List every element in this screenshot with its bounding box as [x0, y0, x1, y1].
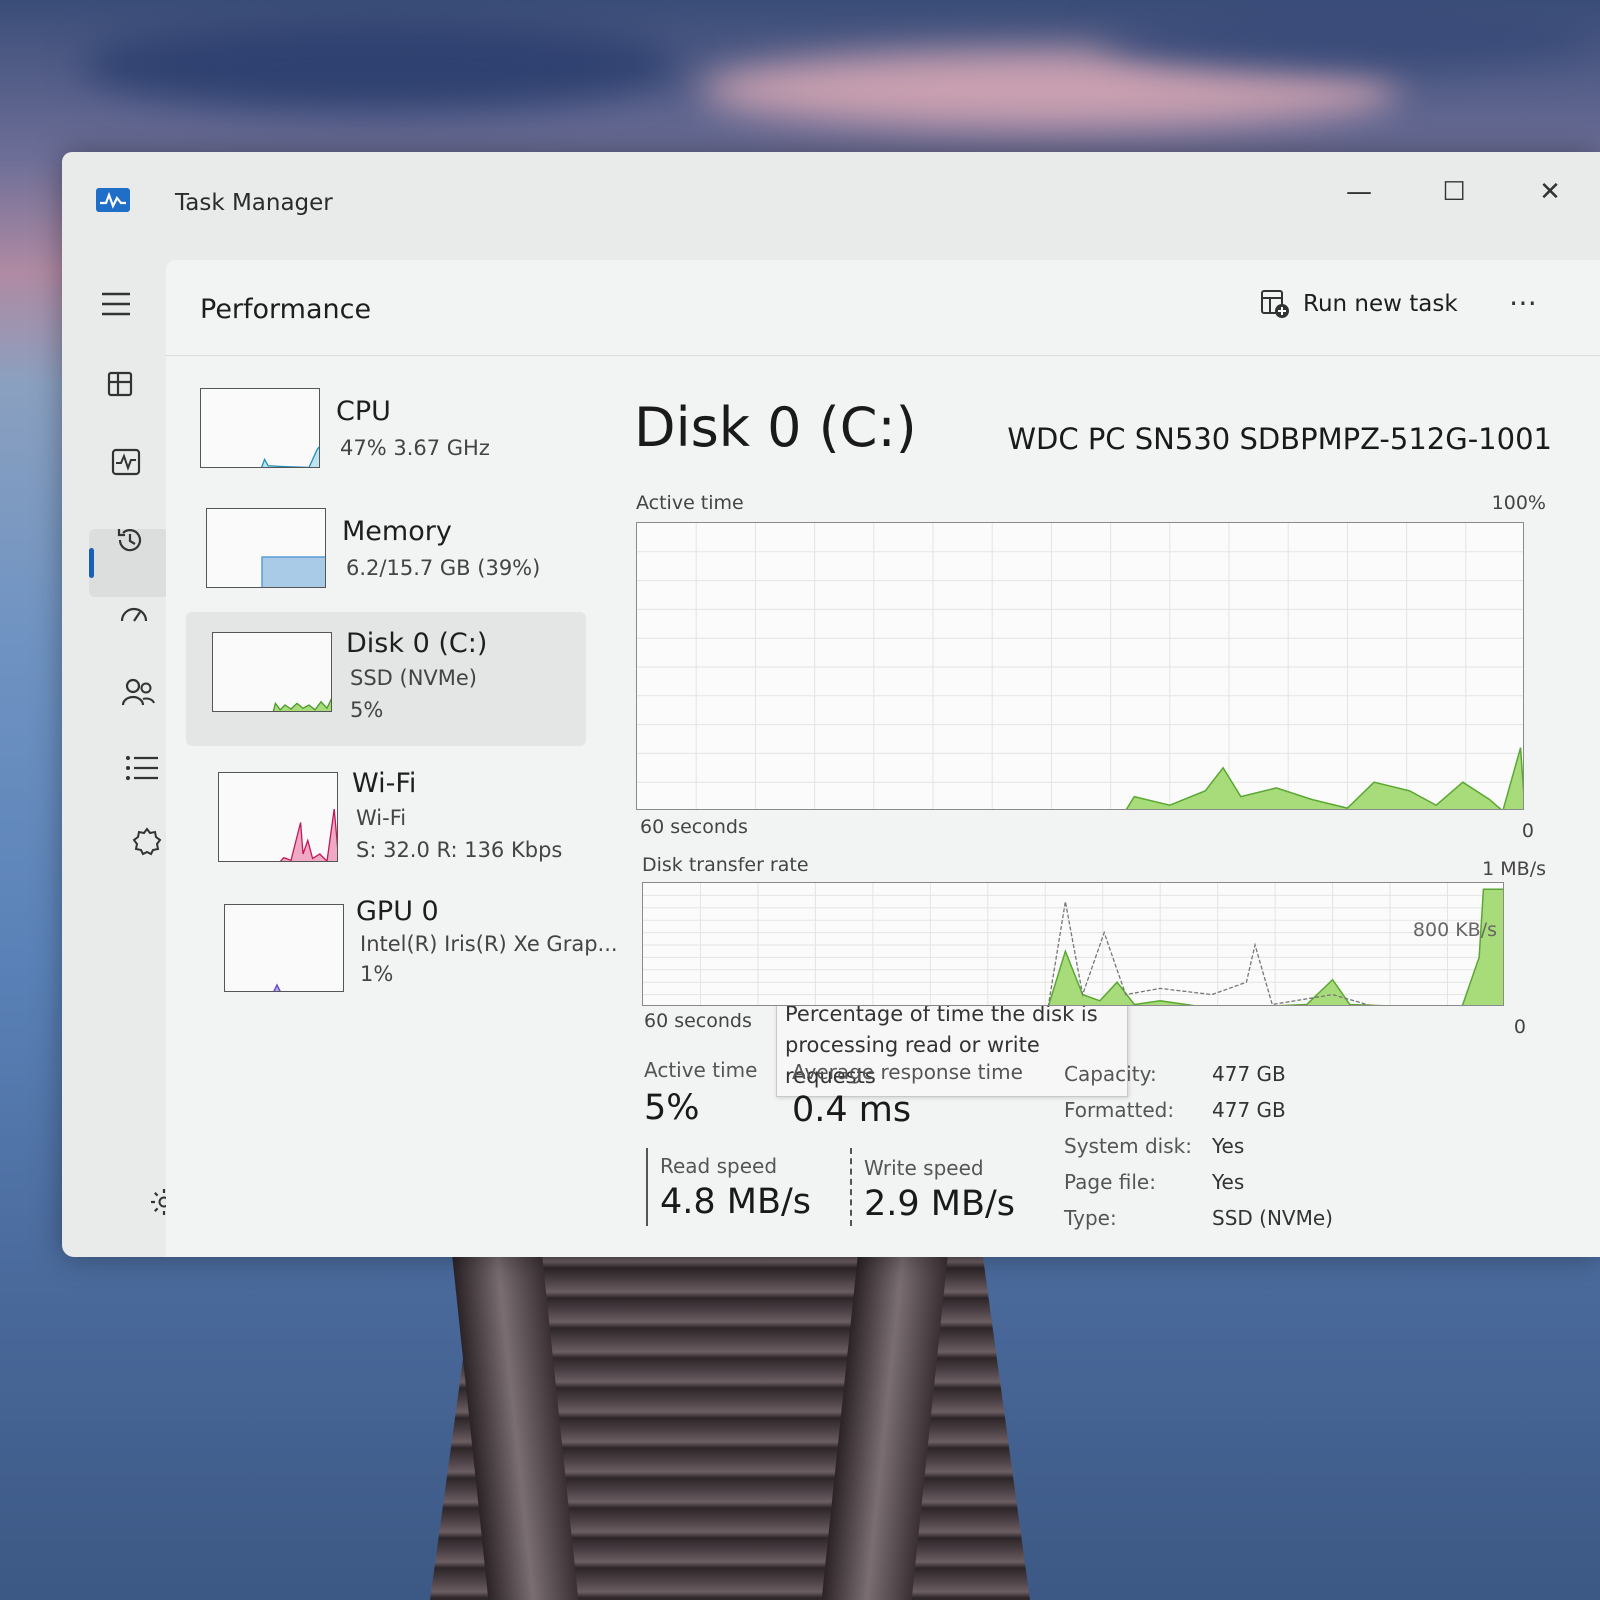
system-disk-value: Yes: [1212, 1134, 1245, 1158]
device-detail: 47% 3.67 GHz: [340, 436, 490, 460]
app-history-icon[interactable]: [110, 520, 150, 560]
active-time-graph: [637, 523, 1523, 809]
active-time-duration-label: 60 seconds: [640, 816, 748, 838]
device-throughput: S: 32.0 R: 136 Kbps: [356, 838, 563, 862]
transfer-rate-mid-label: 800 KB/s: [1412, 919, 1497, 941]
run-new-task-button[interactable]: Run new task: [1259, 288, 1458, 320]
gpu-sparkline: [273, 983, 281, 991]
disk-sparkline: [272, 698, 331, 711]
maximize-button[interactable]: ☐: [1424, 166, 1484, 218]
device-item-wifi[interactable]: Wi-Fi Wi-Fi S: 32.0 R: 136 Kbps: [186, 756, 586, 886]
sparkline-area: [272, 698, 331, 711]
disk-title: Disk 0 (C:): [634, 396, 917, 459]
startup-apps-icon[interactable]: [114, 596, 154, 636]
sparkline-area: [279, 808, 337, 861]
device-item-gpu-0[interactable]: GPU 0 Intel(R) Iris(R) Xe Grap... 1%: [186, 888, 618, 1006]
read-speed-indicator: [646, 1148, 648, 1226]
performance-icon[interactable]: [106, 442, 146, 482]
avg-response-stat-label: Average response time: [792, 1060, 1023, 1084]
sparkline-area: [261, 446, 319, 467]
avg-response-stat-value: 0.4 ms: [792, 1090, 912, 1130]
transfer-rate-chart[interactable]: 800 KB/s: [642, 882, 1504, 1006]
transfer-rate-min-label: 0: [1513, 1016, 1526, 1038]
active-time-max-label: 100%: [1491, 492, 1546, 514]
device-item-disk-0[interactable]: Disk 0 (C:) SSD (NVMe) 5%: [186, 612, 586, 746]
system-disk-label: System disk:: [1064, 1134, 1192, 1158]
close-button[interactable]: ✕: [1520, 166, 1580, 218]
menu-icon[interactable]: [96, 284, 136, 324]
active-time-stat-label: Active time: [644, 1058, 758, 1082]
cpu-thumbnail-graph: [200, 388, 320, 468]
page-title: Performance: [200, 294, 372, 325]
device-item-memory[interactable]: Memory 6.2/15.7 GB (39%): [186, 492, 586, 612]
device-usage: 5%: [350, 698, 384, 722]
device-detail: 6.2/15.7 GB (39%): [346, 556, 541, 580]
device-detail: SSD (NVMe): [350, 666, 478, 690]
minimize-button[interactable]: —: [1329, 166, 1389, 218]
services-icon[interactable]: [127, 822, 167, 862]
transfer-rate-duration-label: 60 seconds: [644, 1010, 752, 1032]
page-header: Performance Run new task ⋯: [166, 260, 1600, 356]
read-speed-label: Read speed: [660, 1154, 778, 1178]
nav-active-indicator: [89, 548, 94, 578]
cloud: [1100, 0, 1600, 70]
wifi-sparkline: [279, 808, 337, 861]
active-time-chart[interactable]: [636, 522, 1524, 810]
memory-thumbnail-graph: [206, 508, 326, 588]
details-icon[interactable]: [122, 748, 162, 788]
processes-icon[interactable]: [100, 364, 140, 404]
device-name: Wi-Fi: [352, 768, 417, 799]
capacity-label: Capacity:: [1064, 1062, 1157, 1086]
type-label: Type:: [1064, 1206, 1117, 1230]
device-name: GPU 0: [356, 896, 439, 927]
cpu-sparkline: [261, 446, 319, 467]
run-new-task-label: Run new task: [1303, 291, 1458, 317]
device-usage: 1%: [360, 962, 394, 986]
write-speed-label: Write speed: [864, 1156, 984, 1180]
device-name: CPU: [336, 396, 391, 427]
task-manager-logo-icon: [96, 188, 130, 212]
write-speed-value: 2.9 MB/s: [864, 1184, 1016, 1224]
page-file-label: Page file:: [1064, 1170, 1156, 1194]
read-speed-value: 4.8 MB/s: [660, 1182, 812, 1222]
disk-thumbnail-graph: [212, 632, 332, 712]
transfer-rate-chart-label: Disk transfer rate: [642, 854, 809, 876]
write-speed-indicator: [850, 1148, 852, 1226]
page-file-value: Yes: [1212, 1170, 1245, 1194]
task-manager-window: Task Manager — ☐ ✕ Performance Run new t…: [62, 152, 1600, 1257]
device-name: Memory: [342, 516, 452, 547]
device-name: Disk 0 (C:): [346, 628, 488, 659]
transfer-rate-graph: [643, 883, 1503, 1005]
memory-fill-graph: [261, 556, 325, 587]
title-bar[interactable]: Task Manager — ☐ ✕: [62, 152, 1600, 252]
device-item-cpu[interactable]: CPU 47% 3.67 GHz: [186, 370, 586, 490]
gpu-thumbnail-graph: [224, 904, 344, 992]
formatted-value: 477 GB: [1212, 1098, 1286, 1122]
formatted-label: Formatted:: [1064, 1098, 1175, 1122]
more-options-button[interactable]: ⋯: [1509, 286, 1539, 319]
type-value: SSD (NVMe): [1212, 1206, 1333, 1230]
wifi-thumbnail-graph: [218, 772, 338, 862]
run-new-task-icon: [1261, 290, 1289, 318]
active-time-area: [1125, 747, 1523, 809]
disk-model: WDC PC SN530 SDBPMPZ-512G-1001: [1007, 422, 1552, 456]
active-time-min-label: 0: [1521, 820, 1534, 842]
cloud: [80, 20, 680, 110]
active-time-chart-label: Active time: [636, 492, 744, 514]
active-time-stat-value: 5%: [644, 1088, 700, 1128]
device-detail: Wi-Fi: [356, 806, 407, 830]
performance-panel: Performance Run new task ⋯ CPU 47% 3.67 …: [166, 260, 1600, 1257]
transfer-rate-max-label: 1 MB/s: [1482, 858, 1546, 880]
device-detail: Intel(R) Iris(R) Xe Grap...: [360, 932, 618, 956]
window-title: Task Manager: [175, 190, 333, 216]
users-icon[interactable]: [118, 672, 158, 712]
capacity-value: 477 GB: [1212, 1062, 1286, 1086]
chart-grid: [637, 523, 1523, 809]
